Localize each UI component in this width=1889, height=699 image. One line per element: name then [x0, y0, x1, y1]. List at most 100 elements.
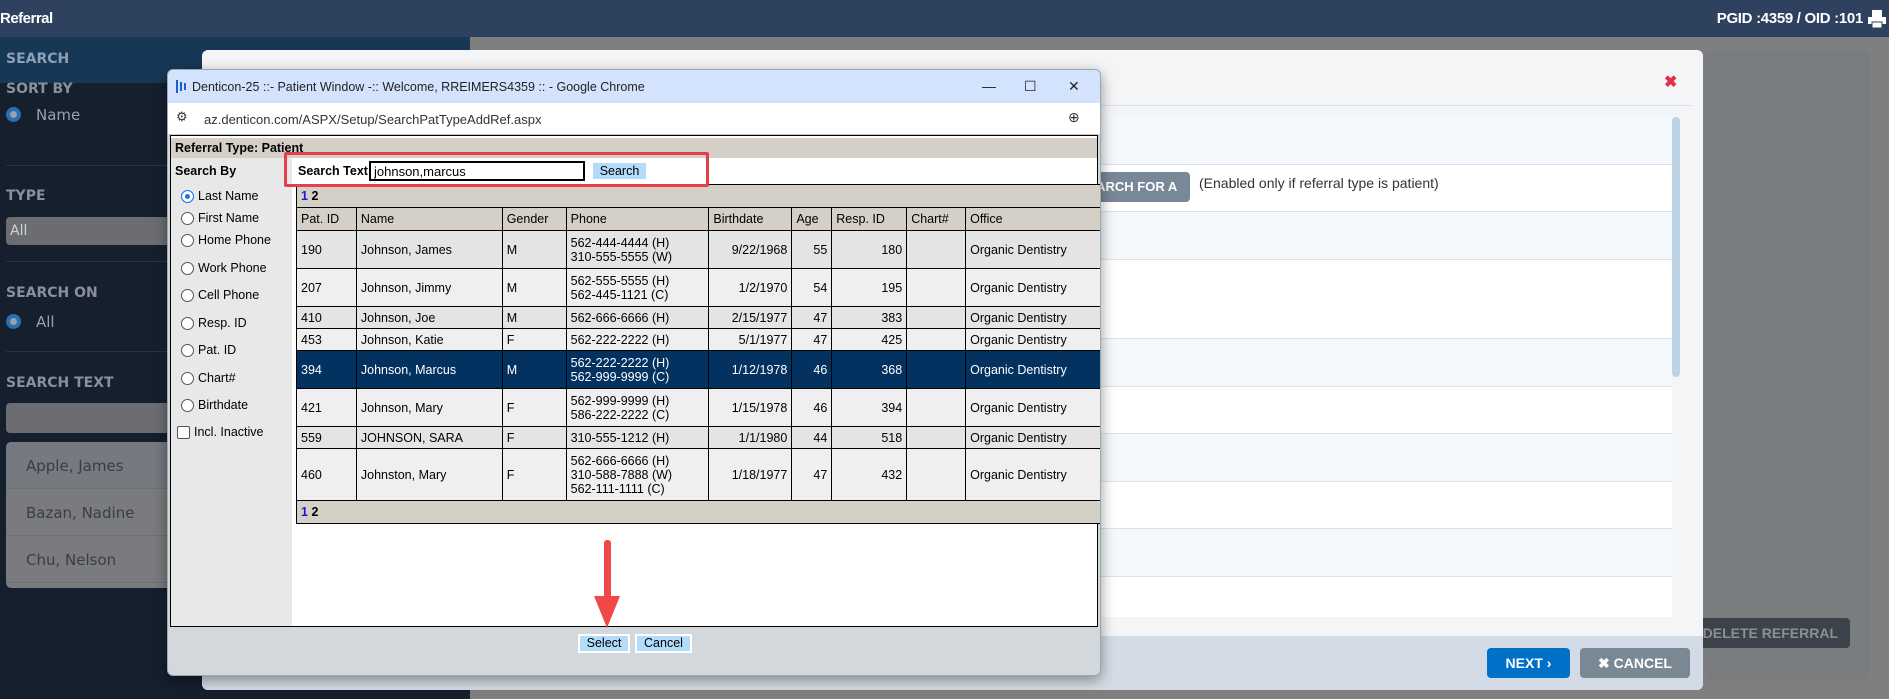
table-row[interactable]: 421 Johnson, Mary F 562-999-9999 (H) 586-222… — [296, 388, 1100, 427]
window-footer: Select Cancel — [168, 628, 1100, 675]
phone-number: 562-666-6666 (H) — [570, 453, 670, 468]
sort-name-radio[interactable] — [6, 107, 21, 122]
app-header: Referral PGID :4359 / OID :101 — [0, 0, 1889, 37]
cell-age: 44 — [791, 426, 833, 449]
option-cell-phone[interactable]: Cell Phone — [181, 288, 259, 302]
option-label: Home Phone — [198, 233, 271, 247]
cell-office: Organic Dentistry — [965, 306, 1100, 329]
cell-office: Organic Dentistry — [965, 328, 1100, 351]
radio[interactable] — [181, 343, 194, 357]
cell-resp-id: 383 — [831, 306, 908, 329]
header-row: Pat. ID Name Gender Phone Birthdate Age Resp. … — [296, 207, 1100, 231]
minimize-icon[interactable]: — — [982, 78, 996, 94]
option-pat-id[interactable]: Pat. ID — [181, 343, 236, 357]
cell-pat-id: 421 — [296, 388, 357, 427]
cell-gender: M — [501, 350, 567, 389]
sort-by-label: SORT BY — [6, 81, 73, 97]
option-birthdate[interactable]: Birthdate — [181, 398, 248, 412]
scrollbar[interactable] — [1672, 117, 1680, 377]
phone-number: 562-445-1121 (C) — [570, 287, 669, 302]
cell-phone: 310-555-1212 (H) — [565, 426, 710, 449]
radio[interactable] — [181, 211, 194, 225]
popup-cancel-button[interactable]: Cancel — [635, 634, 692, 653]
zoom-icon[interactable]: ⊕ — [1068, 109, 1080, 126]
column-header: Phone — [565, 207, 710, 231]
cell-resp-id: 195 — [831, 268, 908, 307]
cell-name: JOHNSON, SARA — [355, 426, 503, 449]
radio[interactable] — [181, 371, 194, 385]
window-content: Referral Type: Patient Search By Last Na… — [170, 135, 1100, 627]
option-last-name[interactable]: Last Name — [181, 189, 258, 203]
cell-birthdate: 9/22/1968 — [708, 230, 793, 269]
page-link[interactable]: 1 — [301, 189, 308, 203]
cell-gender: F — [501, 426, 567, 449]
column-header: Chart# — [906, 207, 967, 231]
phone-number: 586-222-2222 (C) — [570, 407, 670, 422]
table-row[interactable]: 453 Johnson, Katie F 562-222-2222 (H) 5/1/19… — [296, 328, 1100, 351]
patient-results-table: 1 2 Pat. ID Name Gender Phone Birthdate Age Res… — [296, 184, 1100, 524]
maximize-icon[interactable]: ☐ — [1024, 78, 1037, 95]
cell-resp-id: 518 — [831, 426, 908, 449]
option-home-phone[interactable]: Home Phone — [181, 233, 271, 247]
cell-name: Johnson, Joe — [355, 306, 503, 329]
option-chart[interactable]: Chart# — [181, 371, 236, 385]
address-bar[interactable]: ⚙ az.denticon.com/ASPX/Setup/SearchPatTy… — [168, 103, 1100, 135]
cell-birthdate: 1/12/1978 — [708, 350, 793, 389]
next-button[interactable]: NEXT › — [1487, 648, 1570, 678]
window-titlebar: Denticon-25 ::- Patient Window -:: Welco… — [168, 70, 1100, 103]
close-window-icon[interactable]: ✕ — [1068, 78, 1080, 95]
column-header: Age — [791, 207, 833, 231]
option-first-name[interactable]: First Name — [181, 211, 259, 225]
page-link[interactable]: 1 — [301, 505, 308, 519]
radio[interactable] — [181, 288, 194, 302]
option-resp-id[interactable]: Resp. ID — [181, 316, 247, 330]
table-row[interactable]: 410 Johnson, Joe M 562-666-6666 (H) 2/15/197… — [296, 306, 1100, 329]
search-on-all-radio[interactable] — [6, 314, 21, 329]
option-label: Chart# — [198, 371, 236, 385]
cell-gender: F — [501, 388, 567, 427]
cancel-button[interactable]: ✖ CANCEL — [1580, 648, 1690, 678]
column-header: Office — [965, 207, 1100, 231]
checkbox[interactable] — [177, 425, 190, 439]
printer-icon[interactable] — [1867, 9, 1887, 29]
column-header: Name — [355, 207, 503, 231]
table-row[interactable]: 460 Johnston, Mary F 562-666-6666 (H) 310-58… — [296, 448, 1100, 501]
phone-number: 562-999-9999 (H) — [570, 393, 670, 408]
phone-number: 562-666-6666 (H) — [570, 310, 670, 325]
search-hint: (Enabled only if referral type is patien… — [1199, 175, 1439, 191]
radio[interactable] — [181, 398, 194, 412]
search-by-panel: Search By Last Name First Name Home Phon… — [171, 158, 292, 626]
cell-gender: M — [501, 268, 567, 307]
incl-inactive-checkbox[interactable]: Incl. Inactive — [177, 425, 263, 439]
radio[interactable] — [181, 261, 194, 275]
table-row[interactable]: 394 Johnson, Marcus M 562-222-2222 (H) 562-9… — [296, 350, 1100, 389]
cell-resp-id: 180 — [831, 230, 908, 269]
cell-office: Organic Dentistry — [965, 230, 1100, 269]
table-row[interactable]: 190 Johnson, James M 562-444-4444 (H) 310-55… — [296, 230, 1100, 269]
option-work-phone[interactable]: Work Phone — [181, 261, 267, 275]
close-icon[interactable]: ✖ — [1664, 72, 1677, 92]
table-row[interactable]: 559 JOHNSON, SARA F 310-555-1212 (H) 1/1/198… — [296, 426, 1100, 449]
cell-resp-id: 432 — [831, 448, 908, 501]
cell-gender: M — [501, 230, 567, 269]
select-button[interactable]: Select — [578, 634, 630, 653]
cell-pat-id: 559 — [296, 426, 357, 449]
page-current: 2 — [311, 189, 319, 203]
radio[interactable] — [181, 233, 194, 247]
radio[interactable] — [181, 189, 194, 203]
cell-office: Organic Dentistry — [965, 448, 1100, 501]
url-text[interactable]: az.denticon.com/ASPX/Setup/SearchPatType… — [204, 112, 541, 127]
cell-chart — [906, 328, 967, 351]
denticon-icon — [176, 80, 186, 93]
cell-phone: 562-555-5555 (H) 562-445-1121 (C) — [565, 268, 710, 307]
cell-chart — [906, 426, 967, 449]
radio[interactable] — [181, 316, 194, 330]
search-text-label: SEARCH TEXT — [6, 375, 114, 391]
site-settings-icon[interactable]: ⚙ — [176, 109, 188, 125]
option-label: Cell Phone — [198, 288, 260, 302]
table-row[interactable]: 207 Johnson, Jimmy M 562-555-5555 (H) 562-44… — [296, 268, 1100, 307]
cell-phone: 562-222-2222 (H) — [565, 328, 710, 351]
cell-gender: F — [501, 448, 567, 501]
cell-chart — [906, 388, 967, 427]
option-label: First Name — [198, 211, 260, 225]
